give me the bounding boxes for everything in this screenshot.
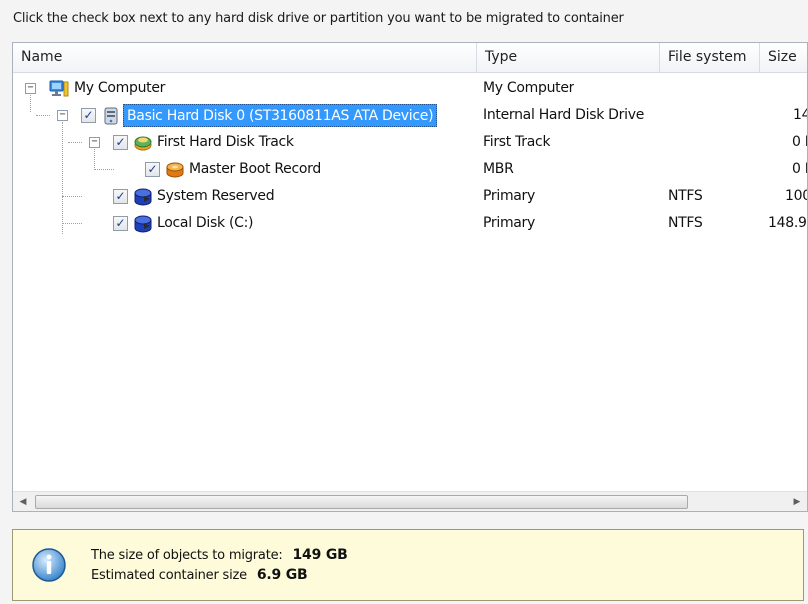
container-size-line: Estimated container size 6.9 GB (91, 567, 308, 583)
info-icon (32, 548, 66, 582)
collapse-icon[interactable]: − (25, 83, 36, 94)
size-cell: 0 B (792, 161, 807, 177)
tree-row-first-hard-disk-track[interactable]: − ✓ First Hard Disk Track First Track 0 … (13, 129, 807, 156)
column-header-size[interactable]: Size (760, 43, 807, 73)
tree-row-my-computer[interactable]: − My Computer My Computer (13, 75, 807, 102)
computer-icon (49, 80, 69, 97)
partition-checkbox[interactable]: ✓ (113, 189, 128, 204)
tree-row-local-disk-c[interactable]: ✓ Local Disk (C:) Primary NTFS 148.9 (13, 210, 807, 237)
file-system-cell: NTFS (668, 188, 703, 204)
scrollbar-thumb[interactable] (35, 495, 688, 509)
partition-icon (134, 188, 152, 206)
scroll-left-icon[interactable]: ◀ (13, 492, 33, 511)
track-checkbox[interactable]: ✓ (113, 135, 128, 150)
size-cell: 149 (793, 107, 807, 123)
container-size-value: 6.9 GB (256, 567, 308, 583)
horizontal-scrollbar[interactable]: ◀ ▶ (13, 491, 807, 511)
mbr-checkbox[interactable]: ✓ (145, 162, 160, 177)
tree-row-system-reserved[interactable]: ✓ System Reserved Primary NTFS 100 (13, 183, 807, 210)
disk-tree-view[interactable]: Name Type File system Size − My Computer… (12, 42, 808, 512)
type-cell: My Computer (483, 80, 575, 96)
collapse-icon[interactable]: − (89, 137, 100, 148)
disk-track-icon (134, 136, 152, 151)
migrate-size-line: The size of objects to migrate: 149 GB (91, 547, 348, 563)
migrate-size-value: 149 GB (292, 547, 348, 563)
column-header-file-system[interactable]: File system (660, 43, 760, 73)
file-system-cell: NTFS (668, 215, 703, 231)
container-size-label: Estimated container size (91, 568, 247, 583)
mbr-icon (166, 162, 184, 178)
migrate-size-label: The size of objects to migrate: (91, 548, 283, 563)
type-cell: MBR (483, 161, 514, 177)
disk-checkbox[interactable]: ✓ (81, 108, 96, 123)
collapse-icon[interactable]: − (57, 110, 68, 121)
type-cell: Internal Hard Disk Drive (483, 107, 645, 123)
partition-icon (134, 215, 152, 233)
hard-disk-icon (104, 107, 118, 125)
tree-node-label: Master Boot Record (189, 161, 321, 177)
tree-node-label: System Reserved (157, 188, 275, 204)
column-header-type[interactable]: Type (477, 43, 660, 73)
size-cell: 0 B (792, 134, 807, 150)
column-header-name[interactable]: Name (13, 43, 477, 73)
tree-row-basic-hard-disk-0[interactable]: − ✓ Basic Hard Disk 0 (ST3160811AS ATA D… (13, 102, 807, 129)
tree-node-label: Local Disk (C:) (157, 215, 254, 231)
instruction-text: Click the check box next to any hard dis… (13, 11, 624, 26)
size-cell: 100 (785, 188, 807, 204)
type-cell: Primary (483, 215, 535, 231)
tree-node-label: Basic Hard Disk 0 (ST3160811AS ATA Devic… (123, 104, 438, 127)
type-cell: First Track (483, 134, 551, 150)
size-cell: 148.9 (768, 215, 807, 231)
migration-info-box: The size of objects to migrate: 149 GB E… (12, 529, 804, 601)
tree-node-label: My Computer (74, 80, 166, 96)
partition-checkbox[interactable]: ✓ (113, 216, 128, 231)
column-header-bar: Name Type File system Size (13, 43, 807, 73)
scroll-right-icon[interactable]: ▶ (787, 492, 807, 511)
type-cell: Primary (483, 188, 535, 204)
tree-node-label: First Hard Disk Track (157, 134, 294, 150)
tree-row-master-boot-record[interactable]: ✓ Master Boot Record MBR 0 B (13, 156, 807, 183)
